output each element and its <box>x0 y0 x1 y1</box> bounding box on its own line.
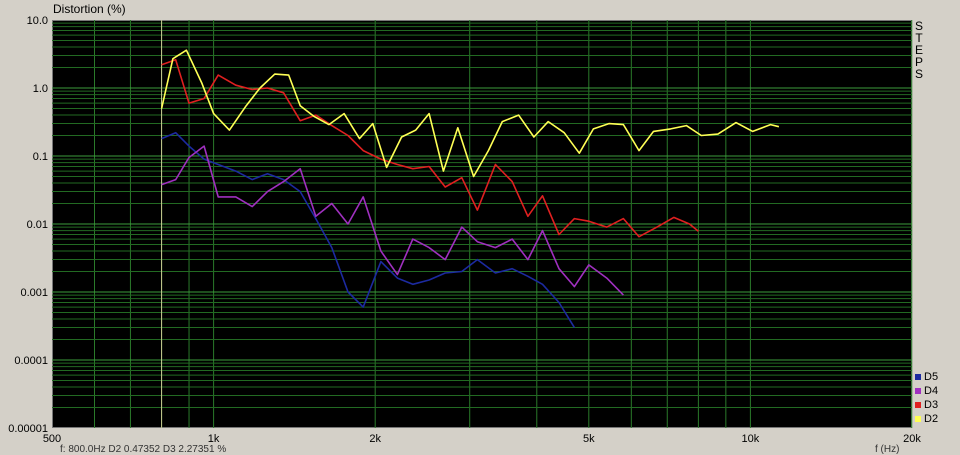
distortion-chart: 10.01.00.10.010.0010.00010.00001500 1k 2k 5… <box>8 15 921 445</box>
legend-label: D3 <box>924 399 939 411</box>
x-tick-label: 500 <box>43 433 61 445</box>
legend-swatch-d2 <box>915 416 921 422</box>
y-tick-label: 0.01 <box>27 219 48 231</box>
y-tick-label: 0.001 <box>20 287 48 299</box>
x-tick-label: 2k <box>369 433 381 445</box>
legend-item: D5 <box>915 370 938 384</box>
cursor-readout: f: 800.0Hz D2 0.47352 D3 2.27351 % <box>60 444 227 455</box>
steps-letter: S <box>914 67 923 81</box>
series-line-d2 <box>160 49 780 178</box>
legend: D5 D4 D3 D2 <box>915 370 938 426</box>
x-tick-label: 10k <box>742 433 760 445</box>
y-tick-label: 0.1 <box>33 151 48 163</box>
x-axis-units: f (Hz) <box>875 444 900 455</box>
y-tick-label: 10.0 <box>27 15 48 27</box>
y-axis-title: Distortion (%) <box>53 2 126 16</box>
legend-label: D5 <box>924 371 939 383</box>
legend-swatch-d4 <box>915 388 921 394</box>
y-tick-label: 1.0 <box>33 83 48 95</box>
x-tick-label: 5k <box>583 433 595 445</box>
series-line-d3 <box>161 58 699 238</box>
legend-label: D2 <box>924 413 939 425</box>
legend-item: D2 <box>915 412 938 426</box>
legend-swatch-d3 <box>915 402 921 408</box>
legend-swatch-d5 <box>915 374 921 380</box>
legend-item: D4 <box>915 384 938 398</box>
legend-label: D4 <box>924 385 939 397</box>
y-tick-label: 0.0001 <box>14 355 48 367</box>
x-tick-label: 20k <box>903 433 921 445</box>
legend-item: D3 <box>915 398 938 412</box>
steps-label: S T E P S <box>913 20 925 80</box>
